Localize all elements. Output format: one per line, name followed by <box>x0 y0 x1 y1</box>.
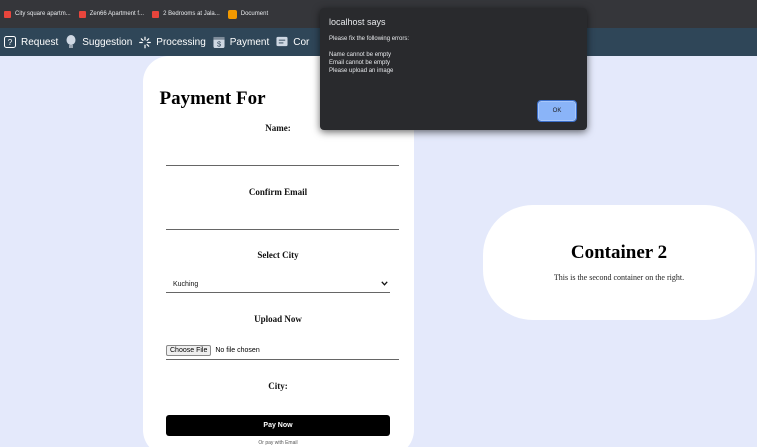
bookmark-label: Document <box>240 11 269 17</box>
nav-item-processing[interactable]: Processing <box>139 36 206 48</box>
dialog-title: localhost says <box>329 17 386 27</box>
svg-text:?: ? <box>8 38 13 47</box>
container-2-text: This is the second container on the righ… <box>553 273 685 282</box>
dialog-spacer <box>329 43 409 51</box>
dialog-error: Name cannot be empty <box>329 52 392 58</box>
container-2: Container 2 This is the second container… <box>483 205 755 320</box>
nav-item-suggestion[interactable]: Suggestion <box>65 35 133 48</box>
bookmark-label: Zen66 Apartment f... <box>89 11 145 17</box>
airbnb-icon <box>78 10 86 18</box>
lightbulb-icon <box>65 35 77 48</box>
email-label: Confirm Email <box>248 187 308 197</box>
airbnb-icon <box>4 10 11 18</box>
nav-item-cor[interactable]: Cor <box>276 36 309 48</box>
chat-icon <box>276 36 288 48</box>
nav-label: Cor <box>293 36 310 48</box>
nav-label: Request <box>21 36 59 48</box>
alert-dialog: localhost says Please fix the following … <box>320 8 587 130</box>
spinner-icon <box>139 36 152 48</box>
choose-file-button[interactable]: Choose File <box>166 345 212 356</box>
city-select[interactable]: Kuching <box>166 276 390 293</box>
dialog-error: Email cannot be empty <box>329 60 391 66</box>
dialog-intro: Please fix the following errors: <box>329 36 410 42</box>
name-input[interactable] <box>166 165 399 166</box>
nav-label: Suggestion <box>82 36 133 48</box>
airbnb-icon <box>152 10 160 18</box>
svg-text:$: $ <box>217 39 221 48</box>
nav-label: Processing <box>156 36 206 48</box>
city-selected-value: Kuching <box>173 280 199 288</box>
container-2-title: Container 2 <box>570 242 668 263</box>
nav-label: Payment <box>229 36 270 48</box>
payment-icon: $ <box>213 36 225 48</box>
dialog-message: Please fix the following errors: Name ca… <box>329 35 409 75</box>
alt-pay-text: Or pay with Email <box>258 440 298 446</box>
dialog-error: Please upload an image <box>329 68 394 74</box>
bookmark-item[interactable]: Document <box>227 9 269 19</box>
pay-now-button[interactable]: Pay Now <box>166 415 390 436</box>
file-upload: Choose File No file chosen <box>166 342 399 360</box>
upload-label: Upload Now <box>254 314 302 324</box>
bookmark-label: City square apartm... <box>15 11 71 17</box>
bookmark-item[interactable]: 2 Bedrooms at Jala... <box>152 10 220 18</box>
file-status: No file chosen <box>215 347 260 354</box>
city-label: City: <box>268 381 288 391</box>
select-city-label: Select City <box>257 250 299 260</box>
document-icon <box>227 9 237 19</box>
nav-item-payment[interactable]: $ Payment <box>213 36 269 48</box>
bookmark-item[interactable]: Zen66 Apartment f... <box>78 10 145 18</box>
bookmark-label: 2 Bedrooms at Jala... <box>163 11 220 17</box>
email-input[interactable] <box>166 229 399 230</box>
bookmark-item[interactable]: City square apartm... <box>4 10 71 18</box>
question-icon: ? <box>4 36 16 48</box>
nav-item-request[interactable]: ? Request <box>4 36 58 48</box>
ok-button[interactable]: OK <box>537 100 577 122</box>
chevron-down-icon <box>381 280 390 288</box>
